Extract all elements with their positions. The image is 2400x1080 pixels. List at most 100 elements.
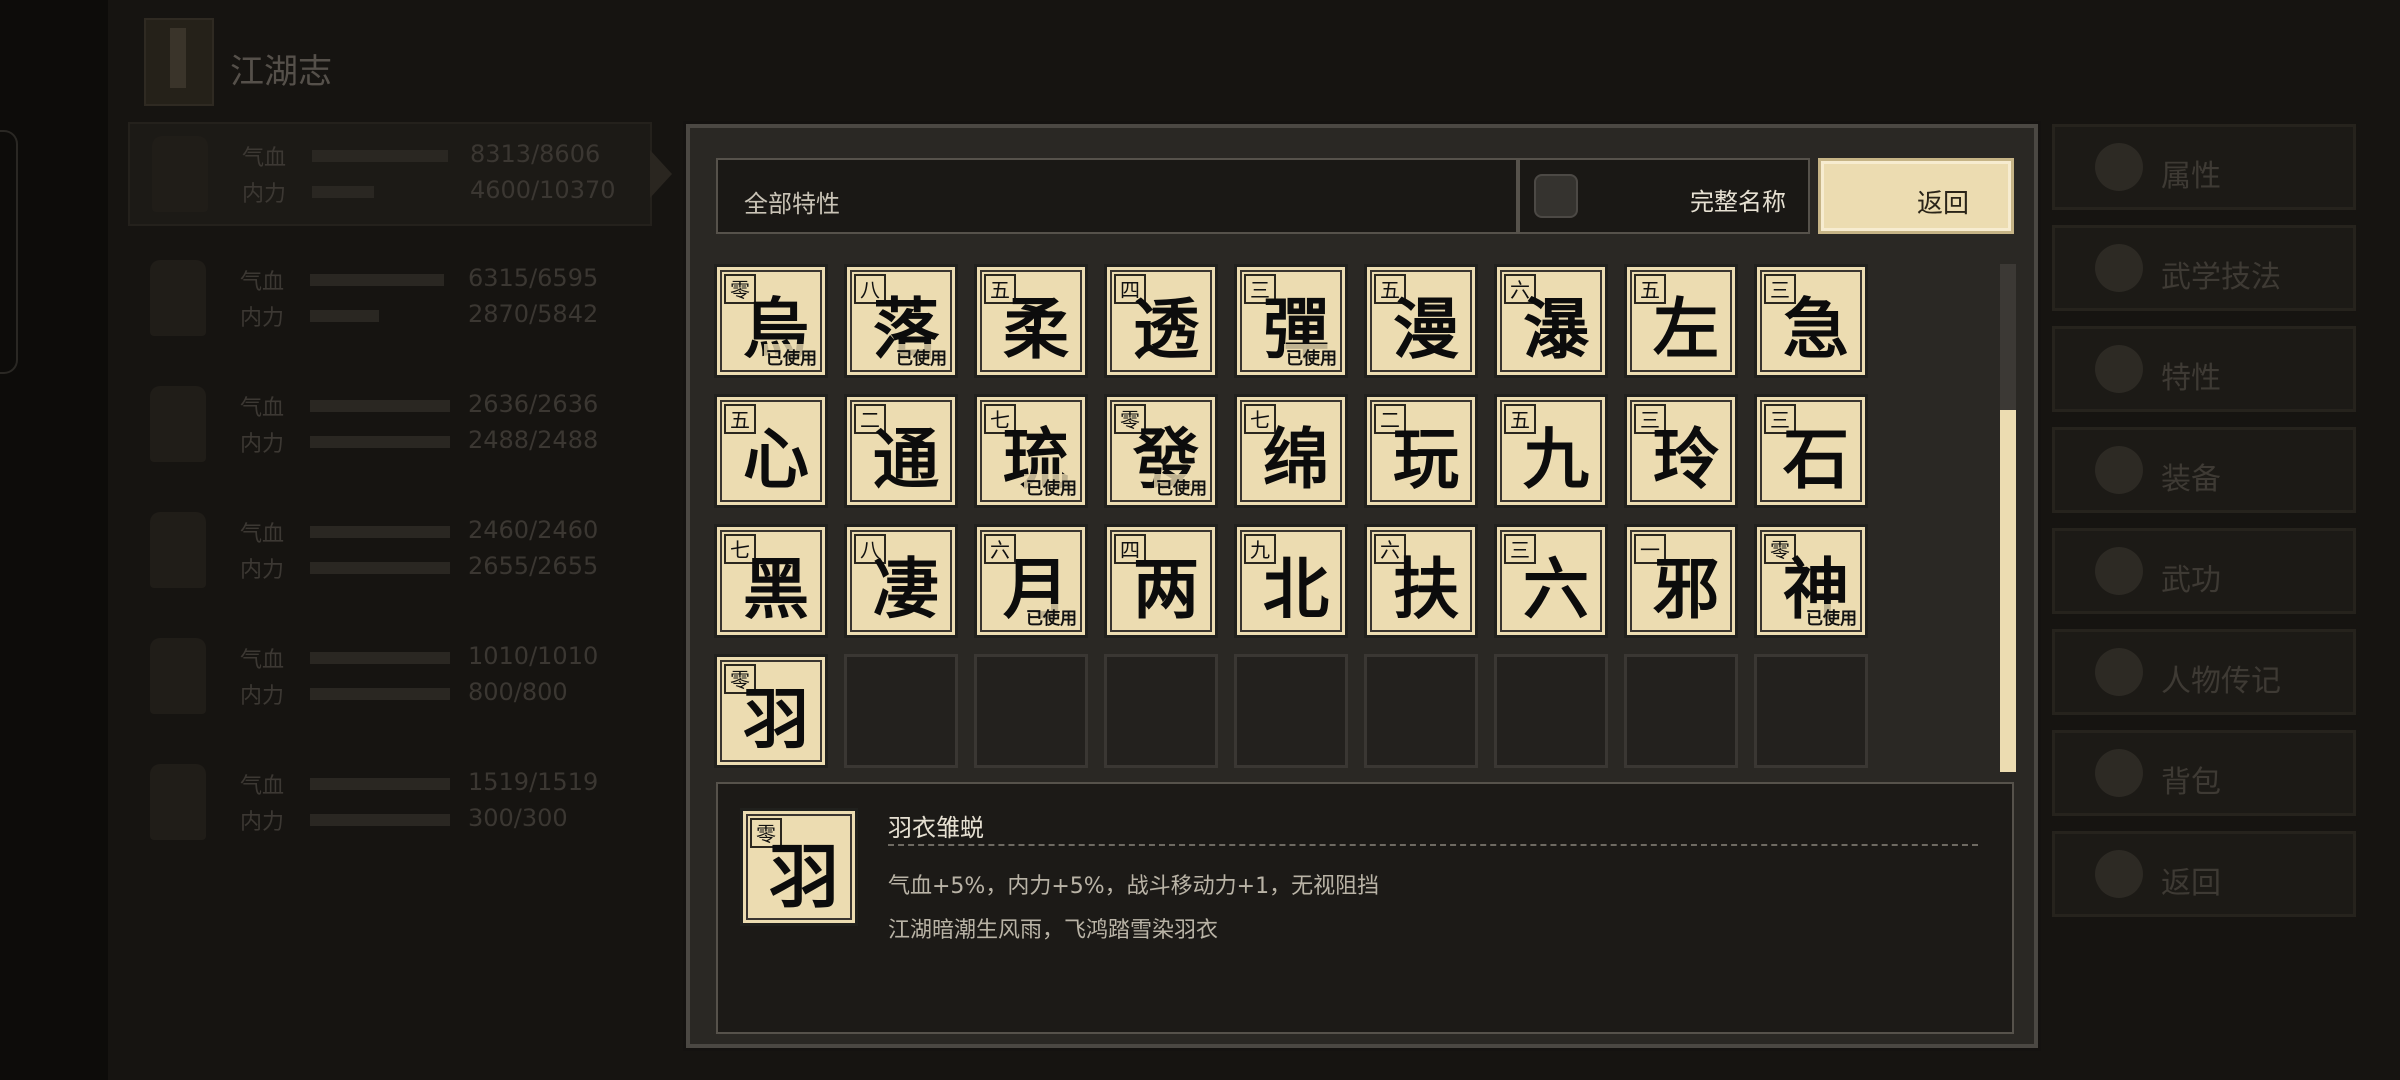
trait-glyph: 瀑 xyxy=(1523,290,1589,368)
mp-label: 内力 xyxy=(240,810,285,835)
mp-value: 2655/2655 xyxy=(468,552,599,580)
menu-button-martial-techniques[interactable]: 武学技法 xyxy=(2052,225,2356,311)
trait-glyph: 柔 xyxy=(1003,290,1069,368)
return-button[interactable]: 返回 xyxy=(1818,158,2014,234)
party-member-row[interactable]: 气血 6315/6595 内力 2870/5842 xyxy=(128,248,648,348)
trait-dialog: 全部特性 完整名称 返回 零烏已使用八落已使用五柔四透三彈已使用五漫六瀑五左三急… xyxy=(686,124,2038,1048)
trait-flavor-text: 江湖暗潮生风雨，飞鸿踏雪染羽衣 xyxy=(888,918,1219,943)
trait-tile[interactable]: 七绵 xyxy=(1234,394,1348,508)
trait-tile[interactable]: 八落已使用 xyxy=(844,264,958,378)
trait-tile[interactable]: 四透 xyxy=(1104,264,1218,378)
menu-button-traits[interactable]: 特性 xyxy=(2052,326,2356,412)
trait-tile[interactable]: 零羽 xyxy=(714,654,828,768)
trait-tile[interactable]: 二通 xyxy=(844,394,958,508)
hp-value: 6315/6595 xyxy=(468,264,599,292)
menu-button-biography[interactable]: 人物传记 xyxy=(2052,629,2356,715)
trait-tile[interactable]: 六瀑 xyxy=(1494,264,1608,378)
menu-button-backpack[interactable]: 背包 xyxy=(2052,730,2356,816)
selected-arrow-icon xyxy=(650,150,672,198)
mp-bar xyxy=(310,688,450,700)
full-name-checkbox[interactable] xyxy=(1534,174,1578,218)
hp-label: 气血 xyxy=(240,774,285,799)
party-member-row[interactable]: 气血 2636/2636 内力 2488/2488 xyxy=(128,374,648,474)
trait-glyph: 六 xyxy=(1523,550,1589,628)
mp-label: 内力 xyxy=(240,558,285,583)
trait-tile[interactable]: 七黑 xyxy=(714,524,828,638)
trait-filter[interactable]: 全部特性 xyxy=(716,158,1518,234)
empty-trait-slot xyxy=(1364,654,1478,768)
party-member-row[interactable]: 气血 2460/2460 内力 2655/2655 xyxy=(128,500,648,600)
trait-tile[interactable]: 三六 xyxy=(1494,524,1608,638)
mp-value: 800/800 xyxy=(468,678,568,706)
full-name-toggle[interactable]: 完整名称 xyxy=(1518,158,1810,234)
trait-glyph: 透 xyxy=(1133,290,1199,368)
menu-label: 人物传记 xyxy=(2161,664,2281,699)
hp-bar xyxy=(310,274,444,286)
divider xyxy=(888,844,1978,846)
empty-trait-slot xyxy=(1624,654,1738,768)
kungfu-icon xyxy=(2095,547,2143,595)
empty-trait-slot xyxy=(844,654,958,768)
trait-glyph: 绵 xyxy=(1263,420,1329,498)
trait-effect: 气血+5%，内力+5%，战斗移动力+1，无视阻挡 xyxy=(888,874,1380,899)
trait-tile[interactable]: 零神已使用 xyxy=(1754,524,1868,638)
party-member-row[interactable]: 气血 1519/1519 内力 300/300 xyxy=(128,752,648,852)
hp-bar xyxy=(310,526,450,538)
menu-button-return[interactable]: 返回 xyxy=(2052,831,2356,917)
traits-icon xyxy=(2095,345,2143,393)
backpack-icon xyxy=(2095,749,2143,797)
trait-tile[interactable]: 七琉已使用 xyxy=(974,394,1088,508)
trait-glyph: 邪 xyxy=(1653,550,1719,628)
trait-tile[interactable]: 五漫 xyxy=(1364,264,1478,378)
character-portrait xyxy=(150,638,206,714)
biography-icon xyxy=(2095,648,2143,696)
used-badge: 已使用 xyxy=(1284,344,1339,369)
hp-value: 2636/2636 xyxy=(468,390,599,418)
trait-tile[interactable]: 六扶 xyxy=(1364,524,1478,638)
trait-tile[interactable]: 六月已使用 xyxy=(974,524,1088,638)
menu-label: 武学技法 xyxy=(2161,260,2281,295)
trait-glyph: 左 xyxy=(1653,290,1719,368)
mp-value: 2488/2488 xyxy=(468,426,599,454)
character-portrait xyxy=(150,764,206,840)
hp-label: 气血 xyxy=(240,648,285,673)
hp-bar xyxy=(312,150,448,162)
trait-tile[interactable]: 一邪 xyxy=(1624,524,1738,638)
mp-label: 内力 xyxy=(240,432,285,457)
menu-label: 特性 xyxy=(2161,361,2221,396)
trait-tile[interactable]: 五九 xyxy=(1494,394,1608,508)
hp-label: 气血 xyxy=(240,522,285,547)
trait-tile[interactable]: 五柔 xyxy=(974,264,1088,378)
detail-trait-glyph: 羽 xyxy=(769,835,839,918)
party-member-row[interactable]: 气血 8313/8606 内力 4600/10370 xyxy=(128,122,652,226)
trait-tile[interactable]: 三彈已使用 xyxy=(1234,264,1348,378)
trait-glyph: 石 xyxy=(1783,420,1849,498)
menu-button-attributes[interactable]: 属性 xyxy=(2052,124,2356,210)
used-badge: 已使用 xyxy=(1804,604,1859,629)
trait-tile[interactable]: 二玩 xyxy=(1364,394,1478,508)
full-name-label: 完整名称 xyxy=(1690,188,1786,216)
trait-tile[interactable]: 五心 xyxy=(714,394,828,508)
scrollbar-thumb[interactable] xyxy=(2000,410,2016,772)
mp-bar xyxy=(310,310,379,322)
trait-glyph: 玲 xyxy=(1653,420,1719,498)
trait-glyph: 扶 xyxy=(1393,550,1459,628)
party-member-row[interactable]: 气血 1010/1010 内力 800/800 xyxy=(128,626,648,726)
hp-value: 2460/2460 xyxy=(468,516,599,544)
trait-glyph: 通 xyxy=(873,420,939,498)
trait-tile[interactable]: 四两 xyxy=(1104,524,1218,638)
menu-button-kungfu[interactable]: 武功 xyxy=(2052,528,2356,614)
used-badge: 已使用 xyxy=(894,344,949,369)
menu-button-equipment[interactable]: 装备 xyxy=(2052,427,2356,513)
trait-tile[interactable]: 三玲 xyxy=(1624,394,1738,508)
character-portrait xyxy=(152,136,208,212)
trait-glyph: 羽 xyxy=(743,680,809,758)
menu-label: 属性 xyxy=(2161,159,2221,194)
trait-tile[interactable]: 三急 xyxy=(1754,264,1868,378)
trait-tile[interactable]: 五左 xyxy=(1624,264,1738,378)
trait-tile[interactable]: 八凄 xyxy=(844,524,958,638)
trait-tile[interactable]: 零烏已使用 xyxy=(714,264,828,378)
trait-tile[interactable]: 三石 xyxy=(1754,394,1868,508)
trait-tile[interactable]: 零發已使用 xyxy=(1104,394,1218,508)
trait-tile[interactable]: 九北 xyxy=(1234,524,1348,638)
